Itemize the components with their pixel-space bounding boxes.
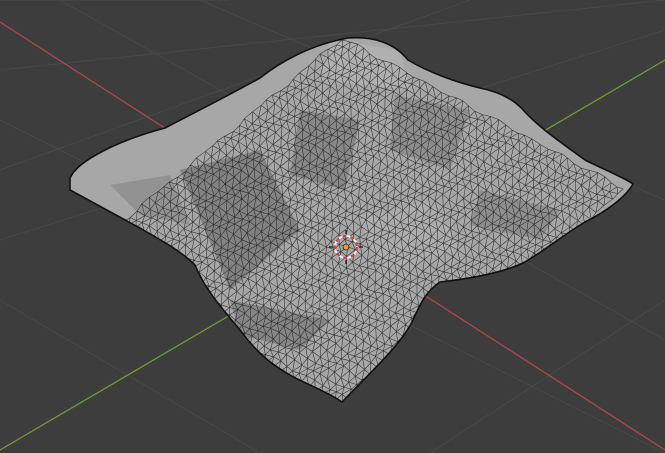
grid-line	[0, 299, 261, 453]
viewport-canvas[interactable]	[0, 0, 665, 453]
object-origin-icon	[342, 243, 350, 251]
3d-viewport[interactable]	[0, 0, 665, 453]
grid-line	[429, 299, 665, 453]
